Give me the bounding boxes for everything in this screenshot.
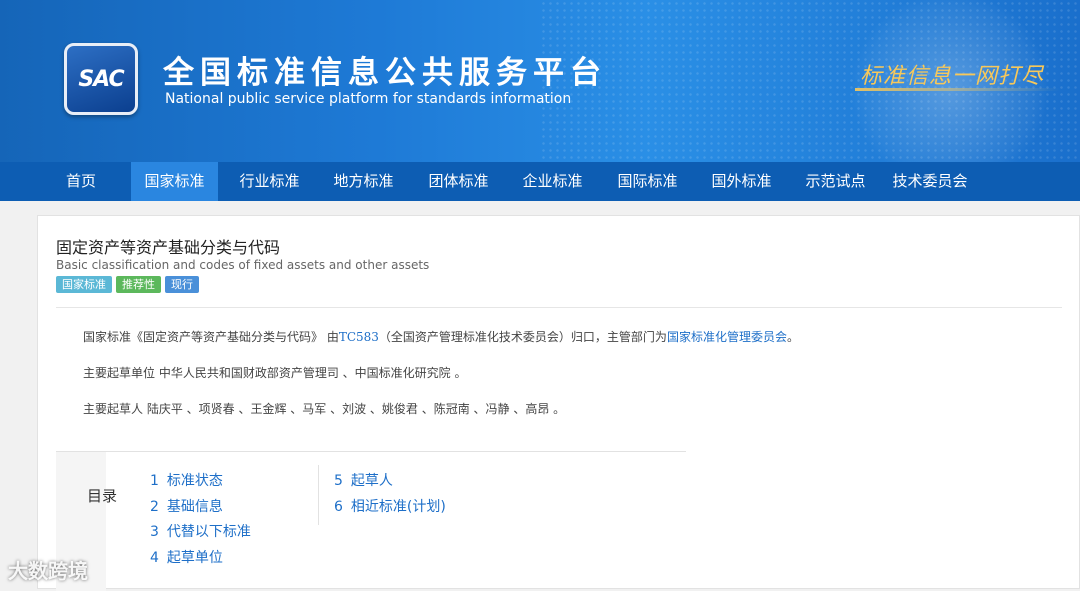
dept-link[interactable]: 国家标准化管理委员会 (667, 330, 787, 344)
site-title-en: National public service platform for sta… (165, 91, 572, 107)
intro-suffix: 。 (786, 330, 799, 344)
drafters: 主要起草人 陆庆平 、项贤春 、王金辉 、马军 、刘波 、姚俊君 、陈冠南 、冯… (83, 402, 566, 416)
watermark: 大数跨境 (8, 559, 88, 583)
toc-label-text: 相近标准(计划) (350, 499, 446, 515)
standard-badges: 国家标准 推荐性 现行 (56, 276, 199, 293)
toc-num: 2 (150, 499, 159, 515)
toc-label-text: 起草单位 (166, 550, 223, 566)
slogan: 标准信息一网打尽 (860, 64, 1045, 89)
nav-item-enterprise-standards[interactable]: 企业标准 (509, 162, 596, 201)
intro-prefix: 国家标准《固定资产等资产基础分类与代码》 由 (83, 330, 339, 344)
toc-item-drafters[interactable]: 5 起草人 (334, 470, 393, 490)
badge-national-standard: 国家标准 (56, 276, 112, 293)
toc-label: 目录 (87, 487, 118, 505)
toc-num: 3 (150, 524, 159, 540)
intro-middle: （全国资产管理标准化技术委员会）归口，主管部门为 (378, 330, 667, 344)
main-nav: 首页 国家标准 行业标准 地方标准 团体标准 企业标准 国际标准 国外标准 示范… (0, 162, 1080, 201)
nav-item-industry-standards[interactable]: 行业标准 (226, 162, 313, 201)
header-banner: SAC 全国标准信息公共服务平台 National public service… (0, 0, 1080, 162)
standard-intro: 国家标准《固定资产等资产基础分类与代码》 由TC583（全国资产管理标准化技术委… (83, 328, 799, 345)
logo-text: SAC (78, 66, 124, 92)
toc-item-status[interactable]: 1 标准状态 (150, 470, 223, 490)
badge-current: 现行 (165, 276, 199, 293)
toc-label-text: 代替以下标准 (166, 524, 251, 540)
toc-label-text: 起草人 (350, 473, 393, 489)
nav-item-foreign-standards[interactable]: 国外标准 (698, 162, 785, 201)
table-of-contents: 目录 1 标准状态 2 基础信息 3 代替以下标准 4 起草单位 5 起草人 6 相近标准(… (56, 451, 686, 591)
toc-label-text: 标准状态 (166, 473, 223, 489)
toc-label-text: 基础信息 (166, 499, 223, 515)
nav-item-pilot-demo[interactable]: 示范试点 (792, 162, 879, 201)
toc-item-drafting-units[interactable]: 4 起草单位 (150, 547, 223, 567)
toc-item-similar-standards[interactable]: 6 相近标准(计划) (334, 496, 446, 516)
sac-logo[interactable]: SAC (64, 43, 138, 115)
standard-detail-card: 固定资产等资产基础分类与代码 Basic classification and … (37, 215, 1080, 591)
toc-divider (318, 465, 319, 525)
nav-item-home[interactable]: 首页 (52, 162, 110, 201)
nav-item-local-standards[interactable]: 地方标准 (320, 162, 407, 201)
drafting-units: 主要起草单位 中华人民共和国财政部资产管理司 、中国标准化研究院 。 (83, 366, 467, 380)
toc-num: 1 (150, 473, 159, 489)
toc-num: 6 (334, 499, 343, 515)
nav-item-tech-committee[interactable]: 技术委员会 (884, 162, 976, 201)
toc-num: 5 (334, 473, 343, 489)
nav-item-group-standards[interactable]: 团体标准 (415, 162, 502, 201)
standard-title: 固定资产等资产基础分类与代码 (56, 238, 281, 257)
toc-item-basic-info[interactable]: 2 基础信息 (150, 496, 223, 516)
divider (56, 307, 1062, 308)
nav-item-international-standards[interactable]: 国际标准 (604, 162, 691, 201)
toc-item-replaces[interactable]: 3 代替以下标准 (150, 521, 251, 541)
slogan-underline (855, 88, 1060, 91)
standard-title-en: Basic classification and codes of fixed … (56, 258, 430, 272)
toc-num: 4 (150, 550, 159, 566)
tc-link[interactable]: TC583 (339, 330, 379, 344)
site-title: 全国标准信息公共服务平台 (163, 55, 607, 91)
badge-recommended: 推荐性 (116, 276, 161, 293)
nav-item-national-standards[interactable]: 国家标准 (131, 162, 218, 201)
